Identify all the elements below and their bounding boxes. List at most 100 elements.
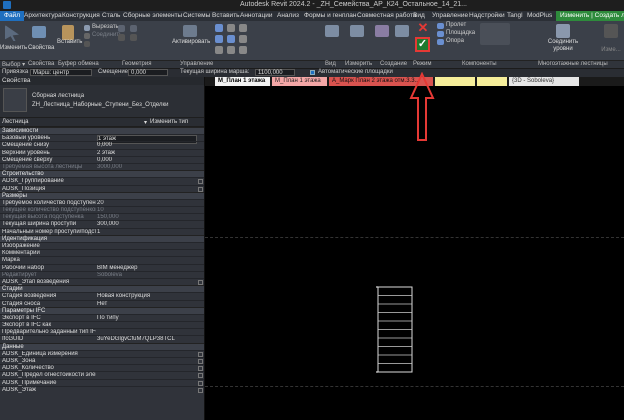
- property-row[interactable]: ADSK_Зона: [0, 357, 204, 364]
- property-value[interactable]: 3uYeDGlgvCfuM7QLP38TCL: [97, 336, 197, 343]
- property-row[interactable]: Марка: [0, 256, 204, 263]
- property-row[interactable]: ADSK_Единица измерения: [0, 349, 204, 357]
- property-row[interactable]: Комментарии: [0, 249, 204, 256]
- revit-logo-icon[interactable]: [3, 1, 11, 9]
- property-row[interactable]: ADSK_Этап возведения: [0, 277, 204, 285]
- split-icon[interactable]: [227, 46, 235, 54]
- connect-levels-icon[interactable]: [556, 24, 570, 38]
- run-width-input[interactable]: 1100,000: [255, 69, 295, 76]
- properties-icon[interactable]: [32, 26, 46, 38]
- paste-button-label[interactable]: Вставить: [57, 39, 82, 45]
- component-tools-icon[interactable]: [480, 23, 510, 45]
- view-tab[interactable]: {3D - Soboleva}: [509, 77, 579, 86]
- property-row[interactable]: ADSK_Позиция: [0, 184, 204, 192]
- tab-tangl[interactable]: Tangl: [507, 12, 523, 19]
- auto-landing-label[interactable]: Автоматические площадки: [318, 69, 393, 75]
- property-section-header[interactable]: Строительство: [0, 170, 204, 178]
- view-tab[interactable]: [435, 77, 475, 86]
- run-label[interactable]: Пролет: [446, 22, 466, 28]
- cut-label[interactable]: Вырезать: [92, 24, 119, 30]
- edit-icon[interactable]: [604, 24, 618, 38]
- view-tab[interactable]: М_План 1 этажа: [272, 77, 327, 86]
- tab-insert[interactable]: Вставить: [212, 12, 240, 19]
- finish-edit-mode-icon[interactable]: ✓: [415, 37, 430, 52]
- property-value[interactable]: 1: [97, 229, 197, 236]
- type-selector[interactable]: Сборная лестница ZH_Лестница_Наборные_Ст…: [0, 85, 204, 118]
- measure-icon[interactable]: [350, 25, 364, 37]
- tab-precast[interactable]: Сборные элементы: [123, 12, 182, 19]
- tab-manage[interactable]: Управление: [432, 12, 468, 19]
- tab-modify-create-stair[interactable]: Изменить | Создать лестниц: [556, 11, 624, 21]
- property-row[interactable]: Начальный номер проступи/подступ...1: [0, 227, 204, 236]
- landing-label[interactable]: Площадка: [446, 30, 475, 36]
- property-section-header[interactable]: Стадии: [0, 285, 204, 293]
- activate-label[interactable]: Активировать: [172, 39, 210, 45]
- property-row[interactable]: Базовый уровень 1 этаж: [0, 134, 204, 145]
- view-tab[interactable]: [477, 77, 507, 86]
- property-row[interactable]: Экспорт в IFC как: [0, 321, 204, 328]
- property-row[interactable]: ADSK_Группирование: [0, 177, 204, 185]
- cancel-edit-icon[interactable]: ✕: [416, 21, 430, 35]
- property-section-header[interactable]: Данные: [0, 342, 204, 350]
- property-row[interactable]: Смещение сверху 0,000: [0, 155, 204, 163]
- edit-label[interactable]: Изме...: [600, 47, 622, 53]
- offset-input[interactable]: 0,000: [128, 69, 168, 76]
- create-icon[interactable]: [395, 25, 409, 37]
- associate-parameter-button[interactable]: [198, 186, 203, 192]
- tab-modplus[interactable]: ModPlus: [527, 12, 552, 19]
- property-row[interactable]: ADSK_Предел огнестойкости элемент...: [0, 371, 204, 379]
- tab-annotate[interactable]: Аннотации: [240, 12, 273, 19]
- offset-icon[interactable]: [227, 35, 235, 43]
- tab-collaborate[interactable]: Совместная работа: [357, 12, 416, 19]
- move-icon[interactable]: [215, 24, 223, 32]
- property-section-header[interactable]: Идентификация: [0, 234, 204, 242]
- chevron-down-icon[interactable]: ▾: [144, 119, 147, 126]
- tab-steel[interactable]: Сталь: [102, 12, 120, 19]
- select-panel-title[interactable]: Выбор ▾: [2, 61, 25, 68]
- property-row[interactable]: IfcGUID 3uYeDGlgvCfuM7QLP38TCL: [0, 335, 204, 342]
- property-row[interactable]: Требуемое количество подступенков 20: [0, 198, 204, 206]
- tab-structure[interactable]: Конструкция: [62, 12, 100, 19]
- associate-parameter-button[interactable]: [198, 279, 203, 285]
- copy-icon[interactable]: [227, 24, 235, 32]
- property-row[interactable]: Стадия сноса Нет: [0, 299, 204, 308]
- property-row[interactable]: Рабочий набор BIM менеджер: [0, 263, 204, 271]
- property-section-header[interactable]: Размеры: [0, 191, 204, 199]
- array-icon[interactable]: [239, 46, 247, 54]
- match-properties-icon[interactable]: [84, 41, 90, 47]
- property-row[interactable]: Смещение снизу 0,000: [0, 141, 204, 148]
- modify-button-label[interactable]: Изменить: [0, 45, 27, 51]
- geometry-tool-icon[interactable]: [130, 34, 137, 41]
- modify-cursor-icon[interactable]: [5, 25, 19, 41]
- tab-analyze[interactable]: Анализ: [277, 12, 299, 19]
- rotate-icon[interactable]: [239, 24, 247, 32]
- tab-massing-site[interactable]: Формы и генплан: [304, 12, 357, 19]
- property-section-header[interactable]: Зависимости: [0, 127, 204, 135]
- view-tab[interactable]: М_План 1 этажа: [215, 77, 270, 86]
- tab-architecture[interactable]: Архитектура: [24, 12, 62, 19]
- support-icon[interactable]: [437, 39, 444, 45]
- stair-run-sketch[interactable]: [375, 285, 415, 375]
- paste-icon[interactable]: [62, 25, 74, 40]
- geometry-tool-icon[interactable]: [130, 25, 137, 32]
- activate-icon[interactable]: [183, 25, 197, 37]
- tab-file[interactable]: Файл: [0, 11, 24, 21]
- trim-icon[interactable]: [215, 46, 223, 54]
- tab-view[interactable]: Вид: [413, 12, 425, 19]
- geometry-tool-icon[interactable]: [118, 25, 125, 32]
- property-row[interactable]: Предварительно заданный тип IFC: [0, 328, 204, 335]
- anchor-select[interactable]: Марш: центр: [30, 69, 92, 76]
- property-row[interactable]: ADSK_Этаж: [0, 385, 204, 393]
- property-row[interactable]: Изображение: [0, 242, 204, 249]
- geometry-tool-icon[interactable]: [118, 34, 125, 41]
- align-icon[interactable]: [215, 35, 223, 43]
- property-row[interactable]: ADSK_Примечание: [0, 378, 204, 386]
- property-section-header[interactable]: Параметры IFC: [0, 306, 204, 314]
- run-icon[interactable]: [437, 23, 444, 29]
- view-icon[interactable]: [325, 25, 339, 37]
- property-value[interactable]: Нет: [97, 301, 197, 308]
- mirror-icon[interactable]: [239, 35, 247, 43]
- properties-filter-select[interactable]: Лестница: [2, 119, 28, 125]
- tab-systems[interactable]: Системы: [183, 12, 210, 19]
- property-row[interactable]: Текущая ширина проступи 300,000: [0, 220, 204, 227]
